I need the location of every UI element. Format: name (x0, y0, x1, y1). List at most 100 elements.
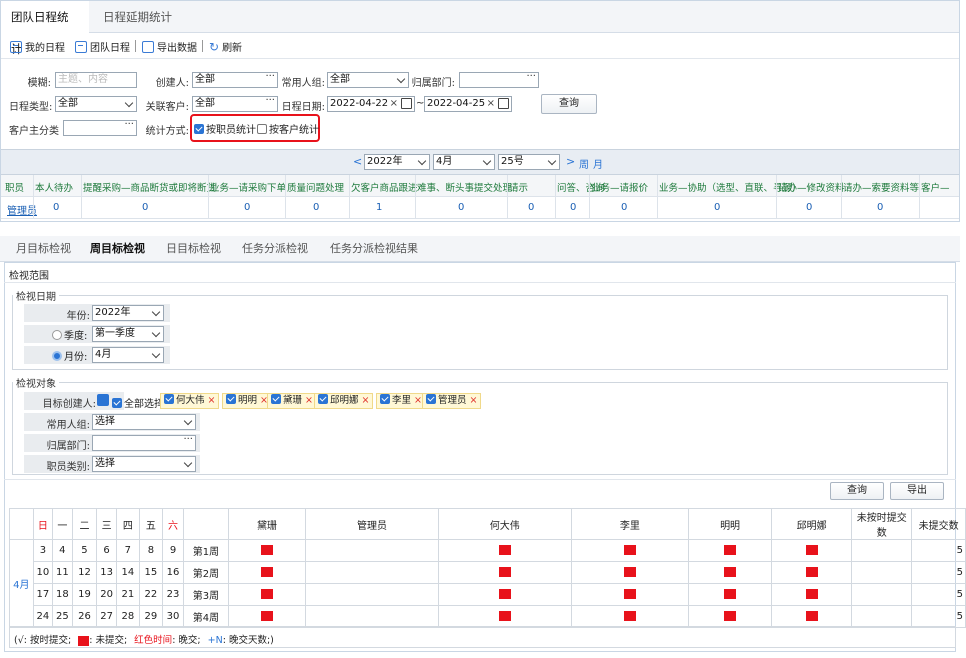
tab-team-schedule-stats[interactable]: 团队日程统计 (1, 1, 89, 56)
review-quarter-select[interactable]: 第一季度 (92, 326, 164, 342)
review-category-select[interactable]: 选择 (92, 456, 196, 472)
team-schedule-button[interactable]: 团队日程 (75, 39, 130, 54)
tab-weekly-review[interactable]: 周目标检视 (90, 236, 145, 262)
person-tag[interactable]: 李里 × (376, 393, 426, 409)
review-group-select[interactable]: 选择 (92, 414, 196, 430)
stats-value-cell[interactable]: 0 (458, 202, 464, 213)
remove-icon[interactable]: × (208, 395, 216, 406)
remove-icon[interactable]: × (414, 395, 422, 406)
clear-icon[interactable]: × (390, 97, 398, 111)
by-customer-checkbox[interactable]: 按客户统计 (257, 121, 319, 136)
prev-period-icon[interactable]: < (353, 155, 362, 168)
next-period-icon[interactable]: > (566, 155, 575, 168)
schedule-type-select[interactable]: 全部 (55, 96, 137, 112)
creator-picker[interactable]: 全部 ··· (192, 70, 278, 88)
month-radio[interactable]: 月份: (52, 348, 87, 363)
person-status-cell[interactable] (305, 605, 439, 628)
customer-picker[interactable]: 全部 ··· (192, 94, 278, 112)
calendar-icon[interactable] (401, 98, 412, 109)
person-status-cell[interactable] (227, 539, 307, 562)
person-status-cell[interactable] (688, 539, 773, 562)
tab-task-dispatch-review[interactable]: 任务分派检视 (242, 236, 308, 262)
person-status-cell[interactable] (227, 605, 307, 628)
stats-value-cell[interactable]: 0 (714, 202, 720, 213)
more-icon[interactable]: ··· (526, 70, 536, 84)
select-people-icon[interactable] (97, 394, 109, 406)
person-tag[interactable]: 管理员 × (422, 393, 482, 409)
person-status-cell[interactable] (570, 539, 690, 562)
person-status-cell[interactable] (688, 561, 773, 584)
review-dept-picker[interactable]: ··· (92, 433, 196, 451)
person-status-cell[interactable] (437, 605, 572, 628)
fuzzy-search-input[interactable]: 主题、内容 (55, 72, 137, 88)
select-all-checkbox[interactable]: 全部选择 (112, 395, 164, 410)
remove-icon[interactable]: × (305, 395, 313, 406)
month-view-link[interactable]: 月 (593, 156, 603, 171)
stats-value-cell[interactable]: 0 (806, 202, 812, 213)
stats-value-cell[interactable]: 0 (53, 202, 59, 213)
more-icon[interactable]: ··· (124, 118, 134, 132)
person-status-cell[interactable] (305, 561, 439, 584)
remove-icon[interactable]: × (362, 395, 370, 406)
person-status-cell[interactable] (771, 539, 853, 562)
person-status-cell[interactable] (227, 561, 307, 584)
person-status-cell[interactable] (305, 583, 439, 606)
review-month-select[interactable]: 4月 (92, 347, 164, 363)
stats-value-cell[interactable]: 1 (376, 202, 382, 213)
my-schedule-button[interactable]: 我的日程 (10, 39, 65, 54)
date-to-input[interactable]: 2022-04-25 × (424, 96, 512, 112)
stats-value-cell[interactable]: 0 (570, 202, 576, 213)
usergroup-select[interactable]: 全部 (327, 72, 409, 88)
person-status-cell[interactable] (305, 539, 439, 562)
clear-icon[interactable]: × (487, 97, 495, 111)
stats-value-cell[interactable]: 0 (877, 202, 883, 213)
cust-cat-picker[interactable]: ··· (63, 118, 137, 136)
tab-delay-stats[interactable]: 日程延期统计 (93, 1, 183, 33)
person-status-cell[interactable] (688, 605, 773, 628)
person-tag[interactable]: 何大伟 × (160, 393, 220, 409)
person-status-cell[interactable] (771, 561, 853, 584)
person-status-cell[interactable] (227, 583, 307, 606)
stats-value-cell[interactable]: 0 (528, 202, 534, 213)
stats-header-cell: 请示 (509, 183, 529, 194)
by-staff-checkbox[interactable]: 按职员统计 (194, 121, 256, 136)
date-from-input[interactable]: 2022-04-22 × (327, 96, 415, 112)
person-status-cell[interactable] (771, 583, 853, 606)
review-query-button[interactable]: 查询 (830, 482, 884, 500)
person-status-cell[interactable] (771, 605, 853, 628)
more-icon[interactable]: ··· (183, 433, 193, 447)
month-select[interactable]: 4月 (433, 154, 495, 170)
person-status-cell[interactable] (570, 561, 690, 584)
stats-value-cell[interactable]: 0 (313, 202, 319, 213)
year-select[interactable]: 2022年 (364, 154, 430, 170)
quarter-radio[interactable]: 季度: (52, 327, 87, 342)
person-status-cell[interactable] (688, 583, 773, 606)
more-icon[interactable]: ··· (265, 70, 275, 84)
stats-value-cell[interactable]: 0 (142, 202, 148, 213)
person-status-cell[interactable] (570, 605, 690, 628)
tab-task-dispatch-result[interactable]: 任务分派检视结果 (330, 236, 418, 262)
person-status-cell[interactable] (437, 583, 572, 606)
person-tag[interactable]: 黛珊 × (267, 393, 317, 409)
query-button[interactable]: 查询 (541, 94, 597, 114)
dept-picker[interactable]: ··· (459, 70, 539, 88)
person-tag[interactable]: 明明 × (222, 393, 272, 409)
more-icon[interactable]: ··· (265, 94, 275, 108)
tab-monthly-review[interactable]: 月目标检视 (16, 236, 71, 262)
stats-column-divider (555, 175, 556, 219)
remove-icon[interactable]: × (470, 395, 478, 406)
refresh-button[interactable]: ↻ 刷新 (209, 39, 242, 55)
person-status-cell[interactable] (437, 561, 572, 584)
stats-value-cell[interactable]: 0 (244, 202, 250, 213)
review-year-select[interactable]: 2022年 (92, 305, 164, 321)
week-view-link[interactable]: 周 (579, 156, 589, 171)
person-status-cell[interactable] (437, 539, 572, 562)
person-tag[interactable]: 邱明娜 × (314, 393, 374, 409)
calendar-icon[interactable] (498, 98, 509, 109)
stats-value-cell[interactable]: 0 (621, 202, 627, 213)
person-status-cell[interactable] (570, 583, 690, 606)
review-export-button[interactable]: 导出 (890, 482, 944, 500)
tab-daily-review[interactable]: 日目标检视 (166, 236, 221, 262)
day-select[interactable]: 25号 (498, 154, 560, 170)
export-data-button[interactable]: 导出数据 (142, 39, 197, 54)
